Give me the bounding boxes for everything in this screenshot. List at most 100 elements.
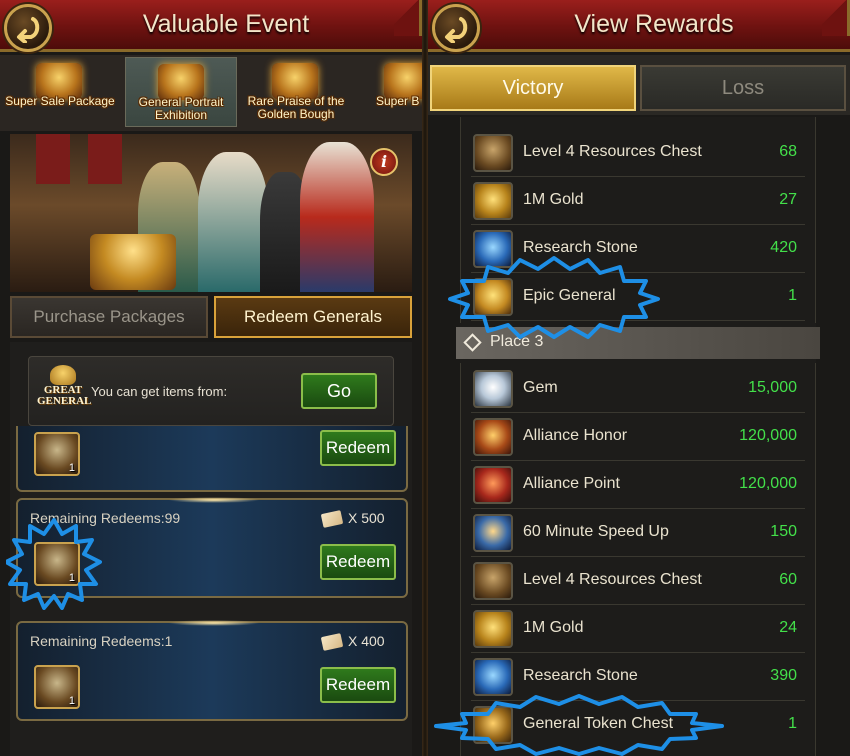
page-title-left: Valuable Event <box>142 10 310 38</box>
reward-name: 1M Gold <box>523 619 584 636</box>
reward-list: Level 4 Resources Chest 68 1M Gold 27 Re… <box>456 117 820 756</box>
place-header: Place 3 <box>456 327 820 359</box>
reward-value: 1 <box>788 287 797 304</box>
reward-row: Gem 15,000 <box>471 365 805 413</box>
remaining-redeems: Remaining Redeems:1 <box>30 633 173 649</box>
event-tab-super-sale[interactable]: Super Sale Package <box>4 57 116 127</box>
event-hero-artwork: i <box>10 134 412 292</box>
view-rewards-panel: View Rewards Victory Loss Level 4 Resour… <box>428 0 850 756</box>
reward-group-upper: Level 4 Resources Chest 68 1M Gold 27 Re… <box>460 117 816 323</box>
great-general-text: GREAT GENERAL <box>37 384 92 407</box>
reward-value: 120,000 <box>739 427 797 444</box>
reward-value: 390 <box>770 667 797 684</box>
item-source-box: GREAT GENERAL You can get items from: Go <box>28 356 394 426</box>
reward-name: Research Stone <box>523 239 638 256</box>
info-button[interactable]: i <box>370 148 398 176</box>
research-stone-icon <box>473 230 513 268</box>
reward-name: Alliance Honor <box>523 427 628 444</box>
redeem-button[interactable]: Redeem <box>320 667 396 703</box>
redeem-list: GREAT GENERAL You can get items from: Go… <box>10 342 412 756</box>
back-arrow-icon <box>445 17 468 43</box>
general-token-icon: 1 <box>34 665 80 709</box>
item-quantity: 1 <box>68 695 75 707</box>
item-source-text: You can get items from: <box>91 384 228 399</box>
redeem-button[interactable]: Redeem <box>320 430 396 466</box>
reward-value: 60 <box>779 571 797 588</box>
card-glow <box>168 497 260 503</box>
king-figure <box>300 142 374 292</box>
redeem-button[interactable]: Redeem <box>320 544 396 580</box>
reward-row: 1M Gold 27 <box>471 177 805 225</box>
general-token-icon: 1 <box>34 542 80 586</box>
reward-row: 1M Gold 24 <box>471 605 805 653</box>
reward-value: 420 <box>770 239 797 256</box>
redeem-cost: X 500 <box>348 510 385 526</box>
queen-figure <box>198 152 268 292</box>
reward-name: Level 4 Resources Chest <box>523 571 702 588</box>
gold-icon <box>473 610 513 648</box>
reward-name: Epic General <box>523 287 616 304</box>
alliance-point-icon <box>473 466 513 504</box>
corner-ornament <box>822 0 850 36</box>
reward-value: 24 <box>779 619 797 636</box>
result-tabs: Victory Loss <box>428 55 850 115</box>
reward-group-place-3: Gem 15,000 Alliance Honor 120,000 Allian… <box>460 363 816 756</box>
item-quantity: 1 <box>68 462 75 474</box>
ticket-icon <box>320 633 344 651</box>
right-title-bar: View Rewards <box>428 0 850 52</box>
ticket-icon <box>320 510 344 528</box>
event-tab-portrait-exhibition[interactable]: General Portrait Exhibition <box>125 57 237 127</box>
go-button[interactable]: Go <box>301 373 377 409</box>
valuable-event-panel: Valuable Event Super Sale Package Genera… <box>0 0 422 756</box>
event-tab-label: Rare Praise of the Golden Bough <box>247 94 345 121</box>
tab-purchase-packages[interactable]: Purchase Packages <box>10 296 208 338</box>
great-general-badge: GREAT GENERAL <box>37 365 92 419</box>
corner-ornament <box>394 0 422 36</box>
tab-victory[interactable]: Victory <box>430 65 636 111</box>
redeem-subtabs: Purchase Packages Redeem Generals <box>10 296 412 338</box>
reward-name: Research Stone <box>523 667 638 684</box>
redeem-card: Remaining Redeems:1 X 400 1 Redeem <box>16 620 408 721</box>
red-banner <box>88 134 122 184</box>
gem-icon <box>473 370 513 408</box>
research-stone-icon <box>473 658 513 696</box>
reward-value: 15,000 <box>748 379 797 396</box>
reward-value: 68 <box>779 143 797 160</box>
reward-row: Alliance Point 120,000 <box>471 461 805 509</box>
reward-name: 1M Gold <box>523 191 584 208</box>
reward-row: Epic General 1 <box>471 273 805 321</box>
chest-icon <box>473 562 513 600</box>
reward-row: Research Stone 420 <box>471 225 805 273</box>
chest-icon <box>473 134 513 172</box>
redeem-card: Remaining Redeems:99 X 500 1 Redeem <box>16 497 408 598</box>
reward-name: Gem <box>523 379 558 396</box>
left-title-bar: Valuable Event <box>0 0 422 52</box>
reward-value: 120,000 <box>739 475 797 492</box>
event-tab-label: Super B Sal <box>375 94 422 108</box>
page-title-right: View Rewards <box>574 10 734 38</box>
alliance-honor-icon <box>473 418 513 456</box>
redeem-card: 1 Redeem <box>16 426 408 492</box>
event-tab-label: Super Sale Package <box>5 94 115 108</box>
back-button-left[interactable] <box>4 4 52 52</box>
gold-icon <box>473 182 513 220</box>
back-button-right[interactable] <box>432 4 480 52</box>
event-tab-golden-bough[interactable]: Rare Praise of the Golden Bough <box>240 57 352 127</box>
item-quantity: 1 <box>68 572 75 584</box>
tab-redeem-generals[interactable]: Redeem Generals <box>214 296 412 338</box>
tab-loss[interactable]: Loss <box>640 65 846 111</box>
reward-row: Research Stone 390 <box>471 653 805 701</box>
reward-name: 60 Minute Speed Up <box>523 523 669 540</box>
reward-row: 60 Minute Speed Up 150 <box>471 509 805 557</box>
helmet-icon <box>50 365 76 385</box>
diamond-icon <box>463 333 482 352</box>
general-token-icon: 1 <box>34 432 80 476</box>
event-tab-super-b[interactable]: Super B Sal <box>352 57 422 127</box>
place-label: Place 3 <box>490 333 544 350</box>
reward-value: 1 <box>788 715 797 732</box>
reward-name: Alliance Point <box>523 475 620 492</box>
remaining-redeems: Remaining Redeems:99 <box>30 510 181 526</box>
speed-up-icon <box>473 514 513 552</box>
reward-row: General Token Chest 1 <box>471 701 805 749</box>
reward-row: Level 4 Resources Chest 68 <box>471 129 805 177</box>
